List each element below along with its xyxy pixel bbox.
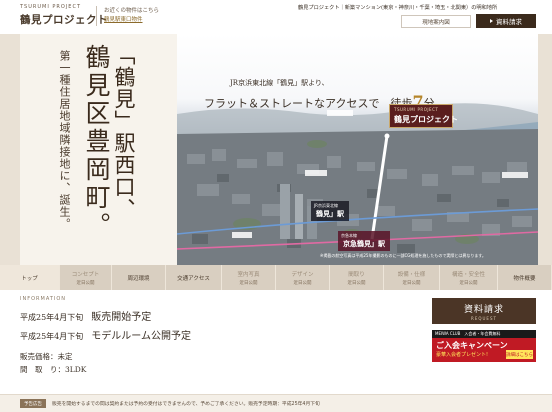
campaign-banner[interactable]: MEIWA CLUB 入会者・年会費無料 ご入会キャンペーン 豪華入会者プレゼン… [432,330,536,362]
advance-notice-bar: 予告広告 販売を開始するまでの間は契約または予約の受付はできませんので、予めご了… [0,394,552,412]
nav-item-sublabel: 近日公開 [76,280,95,286]
project-label-en: TSURUMI PROJECT [394,107,439,112]
nav-item-label: トップ [21,275,38,282]
request-large-sub: REQUEST [471,315,497,321]
info-section: INFORMATION 平成25年4月下旬 販売開始予定 平成25年4月下旬 モデル… [0,290,552,394]
request-button-top[interactable]: 資料請求 [476,14,536,28]
site-tagline: 鶴見プロジェクト｜新築マンション(東京・神奈川・千葉・埼玉・北関東）の明和地所 [298,5,498,11]
project-location-label: TSURUMI PROJECT 鶴見プロジェクト [389,104,458,128]
nav-item-sublabel: 近日公開 [459,280,478,286]
nav-item-label: 周辺環境 [127,275,150,282]
banner-subline: 豪華入会者プレゼント! [436,352,489,358]
logo-en[interactable]: TSURUMI PROJECT [20,4,81,10]
site-header: TSURUMI PROJECT 鶴見プロジェクト お近くの物件はこちら 鶴見駅東… [0,0,552,34]
nav-item-2[interactable]: 周辺環境 [112,265,166,290]
global-nav: トップ コンセプト 近日公開 周辺環境 交通アクセス 室内写真 近日公開 デザイン 近日公開 間取… [0,265,552,290]
request-button-large[interactable]: 資料請求 REQUEST [432,298,536,324]
nearby-property-link[interactable]: 鶴見駅東口物件 [104,15,143,23]
hero-headline-2: 鶴見区豊岡町。 [82,44,111,240]
nav-item-sublabel: 近日公開 [402,280,421,286]
nav-item-7[interactable]: 設備・仕様 近日公開 [384,265,440,290]
nav-item-4[interactable]: 室内写真 近日公開 [222,265,276,290]
nav-item-sublabel: 近日公開 [293,280,312,286]
advance-notice-text: 販売を開始するまでの間は契約または予約の受付はできませんので、予めご了承ください… [52,402,320,407]
keikyu-station-name: 京急鶴見」駅 [343,240,385,248]
advance-notice-badge: 予告広告 [20,399,46,408]
info-date-1: 平成25年4月下旬 [20,313,84,322]
request-button-label: 資料請求 [496,18,522,26]
arrow-icon [490,19,493,23]
hero-caption-line1: JR京浜東北線「鶴見」駅より、 [230,79,329,87]
nav-item-label: 構造・安全性 [451,271,485,278]
spec-price: 販売価格：未定 [20,352,73,361]
photo-disclaimer: ※掲載の航空写真は平成25年撮影のものに一部CG処理を施したもので実際とは異なり… [320,253,486,258]
spec-layout: 間 取 り：3LDK [20,365,87,374]
nav-item-1[interactable]: コンセプト 近日公開 [60,265,112,290]
nav-item-6[interactable]: 間取り 近日公開 [330,265,384,290]
hero-caption-pre: フラット＆ストレートなアクセスで 徒歩 [204,97,413,110]
info-sales-start: 平成25年4月下旬 販売開始予定 [20,308,151,323]
hero-right-margin [538,34,552,265]
banner-headline: ご入会キャンペーン [436,341,508,350]
nav-item-sublabel: 近日公開 [347,280,366,286]
project-label-ja: 鶴見プロジェクト [394,115,458,124]
nav-item-label: コンセプト [71,271,100,278]
info-model-room: 平成25年4月下旬 モデルルーム公開予定 [20,327,191,342]
info-text-1: 販売開始予定 [91,312,152,323]
nav-item-3[interactable]: 交通アクセス [166,265,222,290]
nav-item-label: 室内写真 [237,271,260,278]
keikyu-station-label: 京急本線 京急鶴見」駅 [338,231,390,251]
nav-item-sublabel: 近日公開 [239,280,258,286]
nav-item-5[interactable]: デザイン 近日公開 [276,265,330,290]
banner-club-strip: MEIWA CLUB 入会者・年会費無料 [432,330,536,338]
hero-left-margin [0,34,20,265]
nav-item-label: 間取り [348,271,365,278]
jr-station-label: JR京浜東北線 鶴見」駅 [311,201,349,221]
nav-item-8[interactable]: 構造・安全性 近日公開 [440,265,498,290]
nav-item-label: デザイン [291,271,314,278]
info-text-2: モデルルーム公開予定 [91,331,191,342]
nearby-notice: お近くの物件はこちら [104,8,160,14]
banner-details-button[interactable]: 詳細はこちら [506,350,533,359]
header-divider [96,6,97,26]
hero-section: 「鶴見」駅西口、 鶴見区豊岡町。 第一種住居地域隣接地に、誕生。 JR京浜東北線… [0,34,552,265]
hero-headline-1: 「鶴見」駅西口、 [112,44,136,220]
nav-item-9[interactable]: 物件概要 [498,265,552,290]
request-large-title: 資料請求 [463,304,504,315]
nav-item-0[interactable]: トップ [0,265,60,290]
map-button[interactable]: 現地案内図 [401,15,471,28]
map-button-label: 現地案内図 [422,19,450,26]
hero-subcopy: 第一種住居地域隣接地に、誕生。 [58,50,71,230]
jr-station-name: 鶴見」駅 [316,210,344,218]
logo[interactable]: 鶴見プロジェクト [20,12,108,27]
info-date-2: 平成25年4月下旬 [20,332,84,341]
nav-item-label: 物件概要 [513,275,536,282]
nav-item-label: 設備・仕様 [397,271,426,278]
info-heading: INFORMATION [20,296,67,302]
nav-item-label: 交通アクセス [177,275,210,282]
